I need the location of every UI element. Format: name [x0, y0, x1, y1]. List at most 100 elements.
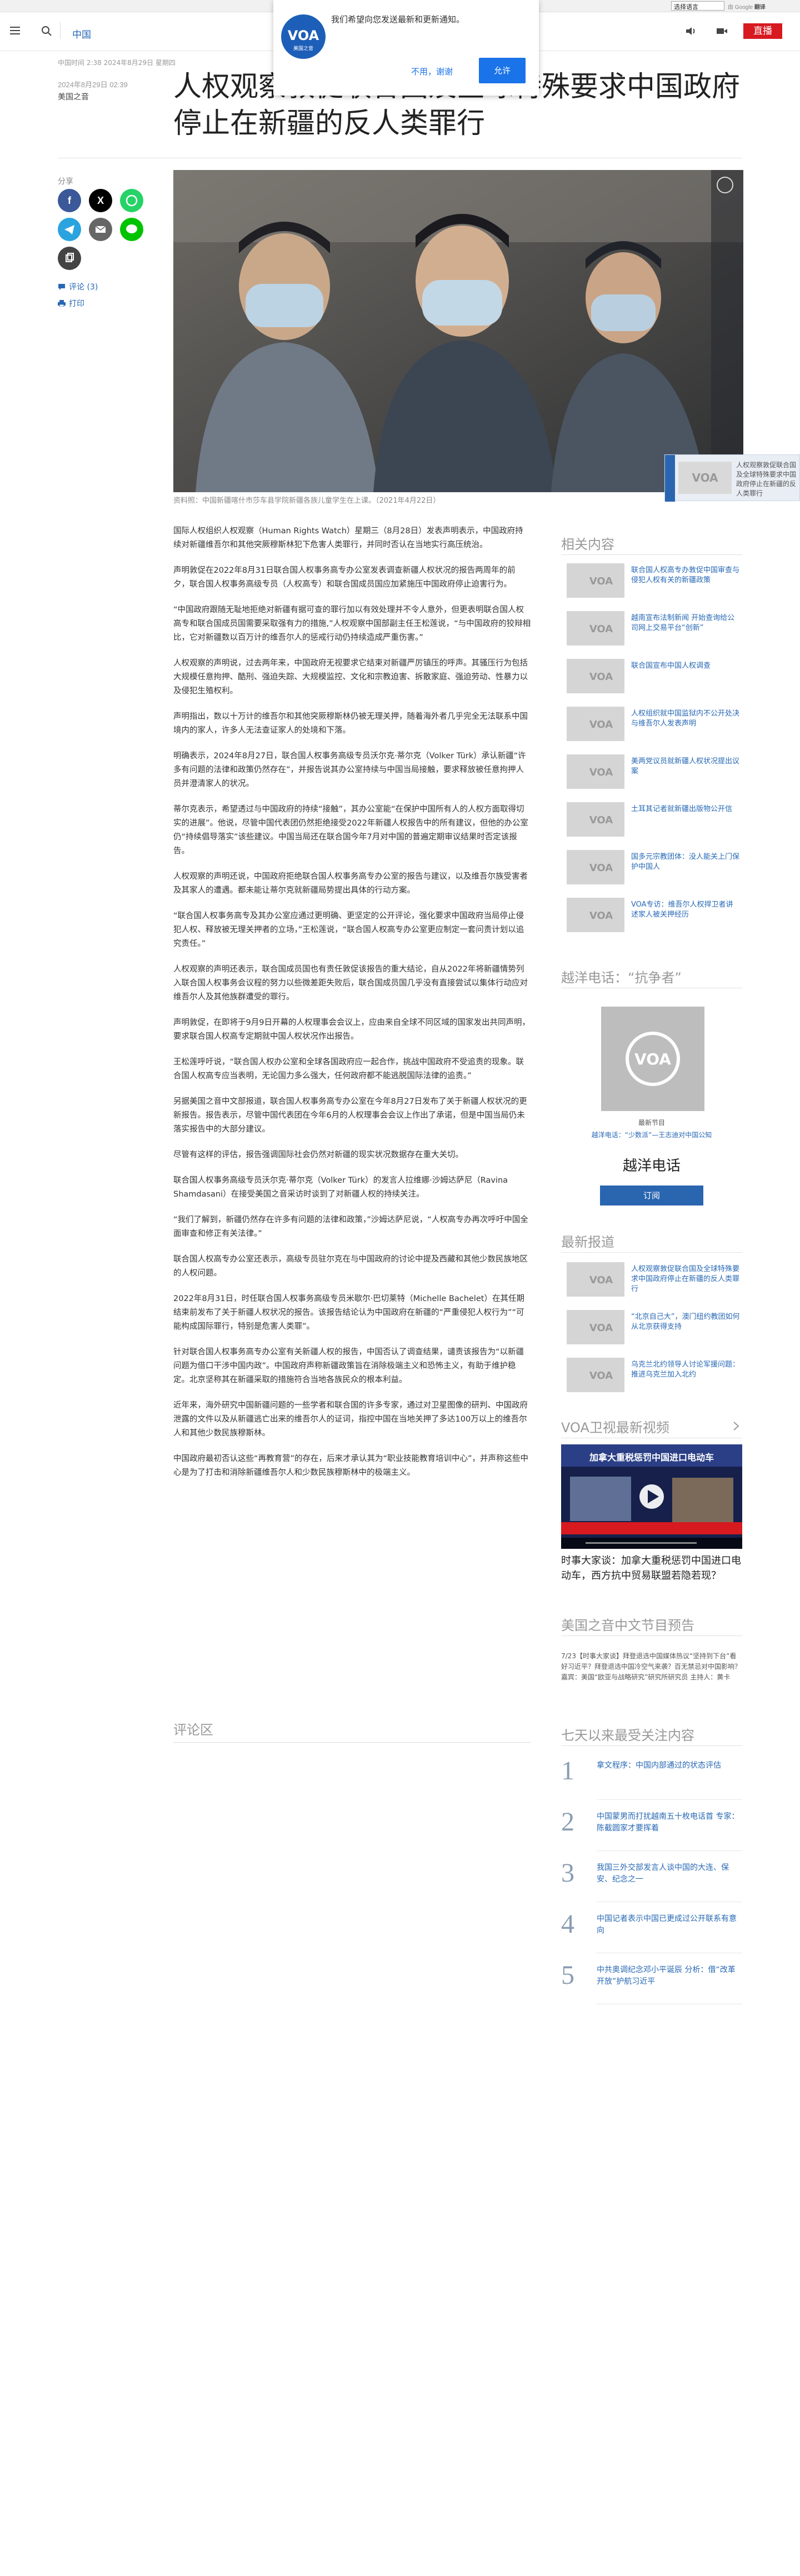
story-thumbnail: VOA — [567, 754, 624, 789]
author-byline[interactable]: 美国之音 — [58, 91, 89, 102]
story-item[interactable]: VOA 美两党议员就新疆人权状况提出议案 — [561, 754, 742, 796]
svg-text:VOA: VOA — [589, 719, 613, 731]
story-item[interactable]: VOA 人权组织就中国监狱内不公开处决与维吾尔人发表声明 — [561, 707, 742, 748]
voa-logo-icon: VOA — [589, 719, 613, 731]
voa-logo-icon: VOA — [589, 576, 613, 587]
email-share-icon[interactable] — [89, 218, 112, 241]
subscribe-button[interactable]: 订阅 — [600, 1186, 703, 1206]
comments-link[interactable]: 评论 (3) — [58, 281, 98, 292]
story-item[interactable]: VOA 联合国宣布中国人权调查 — [561, 659, 742, 700]
live-button[interactable]: 直播 — [743, 23, 782, 39]
language-select[interactable]: 选择语言 — [671, 1, 724, 11]
article-paragraph: 蒂尔克表示，希望透过与中国政府的持续“接触”，其办公室能“在保护中国所有人的人权… — [173, 805, 528, 856]
voa-logo-icon: VOA — [589, 910, 613, 922]
popular-item[interactable]: 3 我国三外交部发言人谈中国的大连、保安、纪念之一 — [561, 1858, 742, 1902]
popular-item[interactable]: 5 中共奥调纪念邓小平诞辰 分析：借“改革开放”护航习近平 — [561, 1960, 742, 2004]
radio-caption: 最新节目 — [638, 1119, 665, 1127]
x-share-icon[interactable]: X — [89, 189, 112, 212]
print-link[interactable]: 打印 — [58, 298, 84, 309]
section-link-china[interactable]: 中国 — [72, 27, 91, 41]
facebook-share-icon[interactable]: f — [58, 189, 81, 212]
popular-title-link[interactable]: 拿文程序：中国内部通过的状态评估 — [597, 1760, 742, 1772]
next-article-card[interactable]: VOA 人权观察敦促联合国及全球特殊要求中国政府停止在新疆的反人类罪行 — [664, 454, 800, 502]
article-paragraph: 声明敦促在2022年8月31日联合国人权事务高专办公室发表调查新疆人权状况的报告… — [173, 566, 516, 589]
article-paragraph: 联合国人权高专办公室还表示，高级专员驻尔克在与中国政府的讨论中提及西藏和其他少数… — [173, 1255, 528, 1278]
video-headline[interactable]: 时事大家谈：加拿大重税惩罚中国进口电动车，西方抗中贸易联盟若隐若现？ — [561, 1553, 742, 1583]
share-label: 分享 — [58, 177, 73, 186]
story-item[interactable]: VOA VOA专访：维吾尔人权捍卫者讲述家人被关押经历 — [561, 898, 742, 939]
header-divider — [60, 22, 61, 39]
popular-item[interactable]: 4 中国记者表示中国已更成过公开联系有意向 — [561, 1909, 742, 1953]
popular-item[interactable]: 1 拿文程序：中国内部通过的状态评估 — [561, 1755, 742, 1800]
search-icon[interactable] — [40, 24, 53, 38]
expand-image-icon[interactable] — [717, 177, 733, 193]
telegram-share-icon[interactable] — [58, 218, 81, 241]
story-item[interactable]: VOA 乌克兰北约领导人讨论军援问题：推进乌克兰加入北约 — [561, 1358, 742, 1399]
story-title[interactable]: 人权组织就中国监狱内不公开处决与维吾尔人发表声明 — [631, 709, 740, 729]
schedule-divider — [561, 1635, 742, 1636]
line-share-icon[interactable] — [120, 218, 143, 241]
popular-title-link[interactable]: 我国三外交部发言人谈中国的大连、保安、纪念之一 — [597, 1862, 742, 1885]
video-player[interactable]: 加拿大重税惩罚中国进口电动车 — [561, 1444, 742, 1549]
chevron-left-icon[interactable] — [665, 455, 675, 502]
article-paragraph: 近年来，海外研究中国新疆问题的一些学者和联合国的许多专家，通过对卫星图像的研判、… — [173, 1401, 528, 1438]
image-caption: 资料照：中国新疆喀什市莎车县学院新疆各族儿童学生在上课。（2021年4月22日） — [173, 497, 441, 505]
radio-section-title[interactable]: 越洋电话：“抗争者” — [561, 967, 682, 986]
deny-notifications-button[interactable]: 不用，谢谢 — [411, 66, 453, 77]
popular-title-link[interactable]: 中国蒙男而打扰越南五十枚电话首 专家：陈截圆家才要挥着 — [597, 1811, 742, 1834]
schedule-title: 美国之音中文节目预告 — [561, 1618, 694, 1633]
story-item[interactable]: VOA 联合国人权高专办敦促中国审查与侵犯人权有关的新疆政策 — [561, 563, 742, 604]
hero-image — [173, 170, 743, 492]
story-title[interactable]: 美两党议员就新疆人权状况提出议案 — [631, 757, 740, 777]
story-thumbnail: VOA — [567, 1262, 624, 1297]
story-title[interactable]: “北京自己大”，澳门纽约教团如何从北京获得支持 — [631, 1312, 740, 1332]
related-title: 相关内容 — [561, 537, 614, 552]
popular-title-link[interactable]: 中国记者表示中国已更成过公开联系有意向 — [597, 1913, 742, 1937]
latest-title: 最新报道 — [561, 1234, 614, 1250]
story-title[interactable]: 人权观察敦促联合国及全球特殊要求中国政府停止在新疆的反人类罪行 — [631, 1264, 740, 1294]
next-article-thumbnail: VOA — [678, 462, 732, 494]
article-paragraph: 人权观察的声明还说，中国政府拒绝联合国人权事务高专办公室的报告与建议，以及维吾尔… — [173, 872, 528, 895]
audio-icon[interactable] — [684, 26, 697, 37]
schedule-text: 7/23【时事大家谈】拜登退选中国媒体热议“坚持到下台”看好习近平？拜登退选中国… — [561, 1652, 742, 1681]
story-title[interactable]: 越南宣布法制新闻 开始查询给公司网上交易平台“创新” — [631, 613, 740, 633]
chevron-right-icon[interactable] — [732, 1421, 740, 1431]
story-title[interactable]: 土耳其记者就新疆出版物公开信 — [631, 804, 740, 814]
article-paragraph: “联合国人权事务高专及其办公室应通过更明确、更坚定的公开评论，强化要求中国政府当… — [173, 912, 524, 948]
story-thumbnail: VOA — [567, 611, 624, 646]
story-item[interactable]: VOA 越南宣布法制新闻 开始查询给公司网上交易平台“创新” — [561, 611, 742, 652]
radio-episode-link[interactable]: 越洋电话：“少数派”—王志迪对中国公知 — [561, 1130, 742, 1139]
translate-credit: 由 Google 翻译 — [728, 4, 766, 11]
story-title[interactable]: 国多元宗教团体：没人能关上门保护中国人 — [631, 852, 740, 872]
popular-title-link[interactable]: 中共奥调纪念邓小平诞辰 分析：借“改革开放”护航习近平 — [597, 1964, 742, 1988]
popular-rank: 4 — [561, 1909, 574, 1939]
story-title[interactable]: 联合国宣布中国人权调查 — [631, 661, 740, 671]
svg-text:VOA: VOA — [589, 1322, 613, 1334]
svg-text:VOA: VOA — [589, 576, 613, 587]
copy-link-icon[interactable] — [58, 247, 81, 270]
voa-logo-icon: VOA — [589, 1322, 613, 1334]
article-paragraph: 针对联合国人权事务高专办公室有关新疆人权的报告，中国否认了调查结果，谴责该报告为… — [173, 1348, 524, 1384]
popular-item[interactable]: 2 中国蒙男而打扰越南五十枚电话首 专家：陈截圆家才要挥着 — [561, 1807, 742, 1851]
story-thumbnail: VOA — [567, 563, 624, 598]
article-paragraph: 中国政府最初否认这些“再教育营”的存在，后来才承认其为“职业技能教育培训中心”，… — [173, 1454, 529, 1477]
story-title[interactable]: VOA专访：维吾尔人权捍卫者讲述家人被关押经历 — [631, 900, 740, 920]
svg-text:VOA: VOA — [589, 671, 613, 683]
story-title[interactable]: 乌克兰北约领导人讨论军援问题：推进乌克兰加入北约 — [631, 1360, 740, 1380]
popular-rank: 2 — [561, 1807, 574, 1837]
story-thumbnail: VOA — [567, 1310, 624, 1344]
story-item[interactable]: VOA 国多元宗教团体：没人能关上门保护中国人 — [561, 850, 742, 891]
allow-notifications-button[interactable]: 允许 — [479, 58, 526, 83]
video-icon[interactable] — [716, 26, 728, 37]
article-paragraph: 尽管有这样的评估，报告强调国际社会仍然对新疆的现实状况数据存在重大关切。 — [173, 1151, 463, 1159]
radio-program-thumbnail[interactable]: VOA — [601, 1007, 704, 1111]
story-item[interactable]: VOA 人权观察敦促联合国及全球特殊要求中国政府停止在新疆的反人类罪行 — [561, 1262, 742, 1303]
story-title[interactable]: 联合国人权高专办敦促中国审查与侵犯人权有关的新疆政策 — [631, 566, 740, 586]
story-item[interactable]: VOA 土耳其记者就新疆出版物公开信 — [561, 802, 742, 843]
popular-rank: 1 — [561, 1756, 574, 1785]
voa-logo-icon: VOA — [589, 1370, 613, 1382]
video-section-title[interactable]: VOA卫视最新视频 — [561, 1417, 669, 1436]
story-item[interactable]: VOA “北京自己大”，澳门纽约教团如何从北京获得支持 — [561, 1310, 742, 1351]
whatsapp-share-icon[interactable] — [120, 189, 143, 212]
menu-icon[interactable] — [10, 27, 20, 34]
